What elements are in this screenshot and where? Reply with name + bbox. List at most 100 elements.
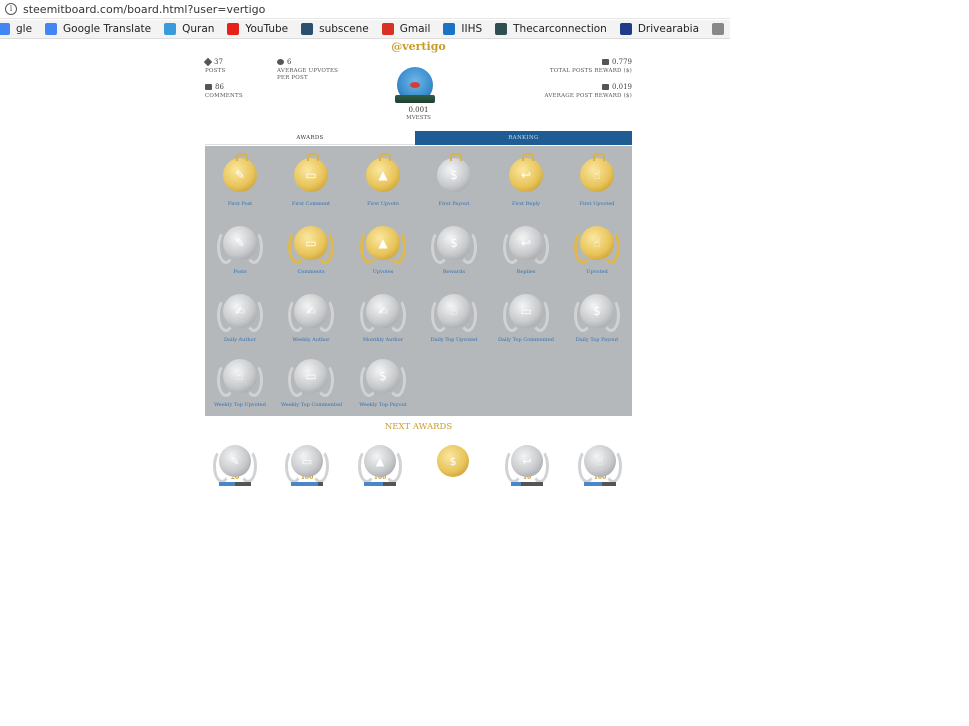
steem-power-value: 0.001	[408, 106, 429, 114]
progress-fill	[511, 482, 521, 486]
bookmark-item[interactable]: IIHS	[443, 23, 482, 35]
award-label: Weekly Top Commented	[281, 402, 343, 408]
steem-power-label: MVESTS	[406, 115, 431, 121]
award-badge[interactable]: ↩ Replies	[496, 226, 556, 275]
wallet-icon	[601, 84, 609, 90]
award-badge[interactable]: ▭ First Comment	[281, 153, 341, 207]
award-badge[interactable]: ▭ Daily Top Commented	[496, 294, 556, 343]
stat-posts-label: POSTS	[205, 68, 226, 74]
dollar-icon: $	[574, 294, 620, 332]
progress-fill	[584, 482, 602, 486]
bookmark-label: Google Translate	[63, 23, 152, 35]
translate-icon	[45, 23, 58, 35]
next-awards-title: NEXT AWARDS	[384, 422, 453, 432]
next-award[interactable]: ▭ 100	[285, 445, 329, 486]
next-award[interactable]: ✎ 20	[213, 445, 257, 486]
award-badge[interactable]: ✍ Monthly Author	[353, 294, 413, 343]
board-tabs: AWARDS RANKING	[205, 131, 632, 145]
bookmark-item[interactable]: subscene	[301, 23, 369, 35]
subscene-icon	[301, 23, 314, 35]
thumbs-up-icon: ☝	[431, 294, 477, 332]
thumbs-up-icon: ☝	[574, 226, 620, 264]
bookmark-item[interactable]: gle	[0, 23, 32, 35]
pen-icon: ✎	[223, 153, 257, 192]
award-label: First Reply	[512, 201, 540, 207]
award-badge[interactable]: ▭ Comments	[281, 226, 341, 275]
bookmark-label: IIHS	[461, 23, 483, 35]
award-label: Daily Top Payout	[575, 337, 619, 343]
upvote-icon: ▲	[360, 226, 406, 264]
bookmark-item[interactable]: informedforlife	[712, 23, 730, 35]
award-badge[interactable]: $ Rewards	[424, 226, 484, 275]
bookmark-label: Drivearabia	[637, 23, 700, 35]
bookmarks-bar: gle Google Translate Quran YouTube subscene G…	[0, 20, 730, 39]
stat-avg-reward-label: AVERAGE POST REWARD ($)	[544, 93, 632, 99]
bookmark-item[interactable]: Gmail	[381, 23, 430, 35]
drivearabia-icon	[619, 23, 632, 35]
profile-username[interactable]: @vertigo	[205, 40, 632, 53]
award-label: Weekly Author	[292, 337, 330, 343]
tab-ranking[interactable]: RANKING	[415, 131, 632, 145]
bookmark-item[interactable]: Thecarconnection	[495, 23, 607, 35]
reply-icon: ↩	[503, 226, 549, 264]
stat-posts: 37 POSTS	[203, 57, 226, 75]
thumbs-up-icon: ☝	[217, 359, 263, 397]
stat-comments-label: COMMENTS	[205, 93, 243, 99]
bookmark-label: YouTube	[245, 23, 289, 35]
award-badge[interactable]: ▲ First Upvote	[353, 153, 413, 207]
stat-total-reward: 0.779 TOTAL POSTS REWARD ($)	[550, 58, 632, 75]
award-badge[interactable]: ☝ Daily Top Upvoted	[424, 294, 484, 343]
award-label: Weekly Top Payout	[359, 402, 407, 408]
award-badge[interactable]: $ Weekly Top Payout	[353, 359, 413, 408]
bookmark-item[interactable]: YouTube	[227, 23, 288, 35]
stat-posts-value: 37	[214, 58, 223, 66]
award-badge[interactable]: ☝ Upvoted	[567, 226, 627, 275]
progress-fill	[291, 482, 319, 486]
award-badge[interactable]: ✎ First Post	[210, 153, 270, 207]
award-badge[interactable]: ☝ First Upvoted	[567, 153, 627, 207]
comment-icon: ▭	[288, 226, 334, 264]
stat-avg-reward-value: 0.019	[611, 83, 632, 91]
address-bar[interactable]: i steemitboard.com/board.html?user=verti…	[0, 0, 730, 19]
award-badge[interactable]: ✍ Daily Author	[210, 294, 270, 343]
bookmark-item[interactable]: Drivearabia	[619, 23, 700, 35]
address-bar-url[interactable]: steemitboard.com/board.html?user=vertigo	[23, 3, 265, 16]
thumbs-up-icon: ☝	[578, 445, 622, 483]
award-badge[interactable]: ✍ Weekly Author	[281, 294, 341, 343]
next-award[interactable]: ▲ 100	[358, 445, 402, 486]
progress-bar	[584, 482, 616, 486]
award-label: Rewards	[442, 269, 466, 275]
award-badge[interactable]: ☝ Weekly Top Upvoted	[210, 359, 270, 408]
bookmark-item[interactable]: Google Translate	[45, 23, 151, 35]
bookmark-item[interactable]: Quran	[164, 23, 214, 35]
upvote-icon: ▲	[358, 445, 402, 483]
award-badge[interactable]: ↩ First Reply	[496, 153, 556, 207]
bookmark-label: Thecarconnection	[513, 23, 607, 35]
bookmark-label: subscene	[319, 23, 369, 35]
comment-icon: ▭	[294, 153, 328, 192]
award-badge[interactable]: $ Daily Top Payout	[567, 294, 627, 343]
award-label: First Upvote	[367, 201, 399, 207]
stat-comments-value: 86	[215, 83, 224, 91]
info-icon[interactable]: i	[5, 3, 17, 15]
dollar-icon: $	[437, 445, 469, 477]
award-badge[interactable]: ▭ Weekly Top Commented	[281, 359, 343, 408]
comment-icon	[205, 84, 212, 90]
award-badge[interactable]: ▲ Upvotes	[353, 226, 413, 275]
award-label: Daily Top Commented	[497, 337, 554, 343]
progress-fill	[364, 482, 384, 486]
next-award[interactable]: $	[433, 445, 473, 477]
stat-avg-upvotes: 6 AVERAGE UPVOTES PER POST	[277, 58, 347, 82]
next-award[interactable]: ☝ 100	[578, 445, 622, 486]
award-label: Monthly Author	[362, 337, 404, 343]
awards-grid: ✎ First Post ▭ First Comment ▲ First Upvote $ F…	[205, 146, 632, 416]
pen-icon: ✎	[217, 226, 263, 264]
next-award[interactable]: ↩ 10	[505, 445, 549, 486]
author-icon: ✍	[360, 294, 406, 332]
tab-awards[interactable]: AWARDS	[205, 131, 415, 145]
bookmark-label: Quran	[182, 23, 215, 35]
award-badge[interactable]: $ First Payout	[424, 153, 484, 207]
bookmark-label: gle	[16, 23, 33, 35]
progress-bar	[364, 482, 396, 486]
award-badge[interactable]: ✎ Posts	[210, 226, 270, 275]
